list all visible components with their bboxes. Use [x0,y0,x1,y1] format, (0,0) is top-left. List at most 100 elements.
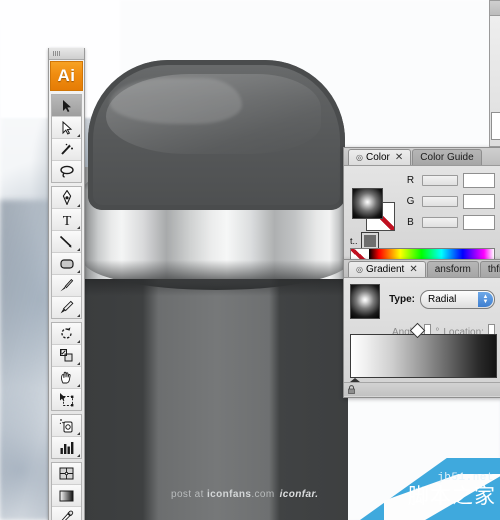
tool-flyout-indicator[interactable] [77,134,80,137]
selection-tool[interactable] [52,95,81,117]
gradient-slider[interactable] [350,322,497,391]
arrow-white-icon [60,120,74,135]
tool-flyout-indicator[interactable] [77,454,80,457]
gradient-tool[interactable] [52,485,81,507]
lock-icon[interactable] [348,385,355,394]
dome-cap [88,60,345,210]
magic-wand-tool[interactable] [52,139,81,161]
lasso-tool[interactable] [52,161,81,182]
gradient-type-select[interactable]: Radial ▲ ▼ [420,290,495,309]
type-tool[interactable]: T [52,209,81,231]
panel-menu-icon[interactable]: ◎ [356,265,363,274]
tool-flyout-indicator[interactable] [77,340,80,343]
fill-stroke-swatches[interactable] [352,188,398,236]
close-icon[interactable]: ✕ [395,152,403,163]
tab-gradient[interactable]: ◎ Gradient ✕ [348,261,426,277]
rounded-rect-icon [59,258,75,270]
color-panel[interactable]: ◎ Color ✕ Color Guide R G B t.. [343,147,500,271]
gradient-panel-body: Type: Radial ▲ ▼ Angle: ° Location: [344,278,500,396]
illustrator-logo: Ai [50,61,83,91]
symbol-sprayer-icon [59,418,74,433]
color-panel-tabbar[interactable]: ◎ Color ✕ Color Guide [344,148,500,166]
close-icon[interactable]: ✕ [409,264,417,275]
gradient-ramp[interactable] [350,334,497,378]
tab-color-guide-label: Color Guide [420,152,474,163]
tool-flyout-indicator[interactable] [77,384,80,387]
tool-flyout-indicator[interactable] [77,362,80,365]
gradient-swatch-icon [59,490,74,502]
tab-color-guide[interactable]: Color Guide [412,149,482,165]
tool-flyout-indicator[interactable] [77,248,80,251]
magic-wand-icon [59,143,74,157]
eyedropper-tool[interactable] [52,507,81,520]
watermark-brand: iconfans [207,489,252,500]
gradient-type-row: Type: Radial ▲ ▼ [344,278,500,319]
paintbrush-icon [59,278,74,293]
chevron-updown-icon[interactable]: ▲ ▼ [478,292,493,307]
tool-flyout-indicator[interactable] [77,314,80,317]
channel-slider-r[interactable] [422,175,458,186]
mesh-tool[interactable] [52,463,81,485]
paintbrush-tool[interactable] [52,275,81,297]
mesh-grid-icon [59,467,74,480]
channel-input-r[interactable] [463,173,495,188]
pencil-icon [59,300,74,315]
stroke-indicator-label: t.. [350,236,358,246]
channel-input-g[interactable] [463,194,495,209]
tool-flyout-indicator[interactable] [77,270,80,273]
tool-group-4 [51,462,82,520]
scale-tool[interactable] [52,345,81,367]
site-logo: jb51.net 脚本之家 [360,458,500,520]
tab-transform-label: ansform [434,264,471,275]
line-segment-tool[interactable] [52,231,81,253]
palette-drag-handle[interactable] [49,48,84,60]
free-transform-tool[interactable] [52,389,81,410]
panel-menu-icon[interactable]: ◎ [356,153,363,162]
column-graph-tool[interactable] [52,437,81,458]
tab-color[interactable]: ◎ Color ✕ [348,149,412,165]
tool-flyout-indicator[interactable] [77,432,80,435]
channel-slider-g[interactable] [422,196,458,207]
warp-hand-icon [59,370,74,385]
channel-input-b[interactable] [463,215,495,230]
gradient-preview-swatch[interactable] [350,284,381,319]
rotate-tool[interactable] [52,323,81,345]
line-diagonal-icon [59,235,74,249]
tool-palette[interactable]: Ai T [48,48,85,520]
tab-transform[interactable]: ansform [426,261,479,277]
channel-label-r: R [406,175,415,186]
cylinder-body [85,270,348,520]
logo-name-cn: 脚本之家 [408,484,496,508]
channel-label-g: G [406,196,415,207]
eyedropper-icon [59,510,74,520]
clipped-side-panel-field[interactable] [491,112,500,140]
clipped-side-panel[interactable] [489,0,500,147]
rectangle-tool[interactable] [52,253,81,275]
watermark-mark: iconfar. [279,489,319,500]
channel-slider-b[interactable] [422,217,458,228]
lasso-icon [59,165,75,178]
watermark-suffix: .com [251,489,275,500]
gradient-panel-footer [344,382,500,396]
fill-swatch[interactable] [352,188,383,219]
warp-tool[interactable] [52,367,81,389]
tool-flyout-indicator[interactable] [77,204,80,207]
clipped-side-panel-tabbar[interactable] [490,1,500,16]
color-row-r[interactable]: R [350,172,495,189]
gradient-panel-tabbar[interactable]: ◎ Gradient ✕ ansform thfinder [344,260,500,278]
tool-flyout-indicator[interactable] [77,226,80,229]
app-screenshot: post at iconfans.com iconfar. Ai T ◎ Colo… [0,0,500,520]
tool-group-0 [51,94,82,183]
direct-selection-tool[interactable] [52,117,81,139]
channel-label-b: B [407,217,414,228]
symbol-sprayer-tool[interactable] [52,415,81,437]
tab-pathfinder[interactable]: thfinder [479,261,500,277]
gradient-panel[interactable]: ◎ Gradient ✕ ansform thfinder Type: Radi… [343,259,500,398]
pencil-tool[interactable] [52,297,81,318]
svg-text:T: T [62,214,71,227]
pen-nib-icon [61,190,73,205]
gradient-type-label: Type: [389,294,415,305]
scale-squares-icon [59,348,74,363]
gradient-type-value: Radial [428,294,457,305]
pen-tool[interactable] [52,187,81,209]
